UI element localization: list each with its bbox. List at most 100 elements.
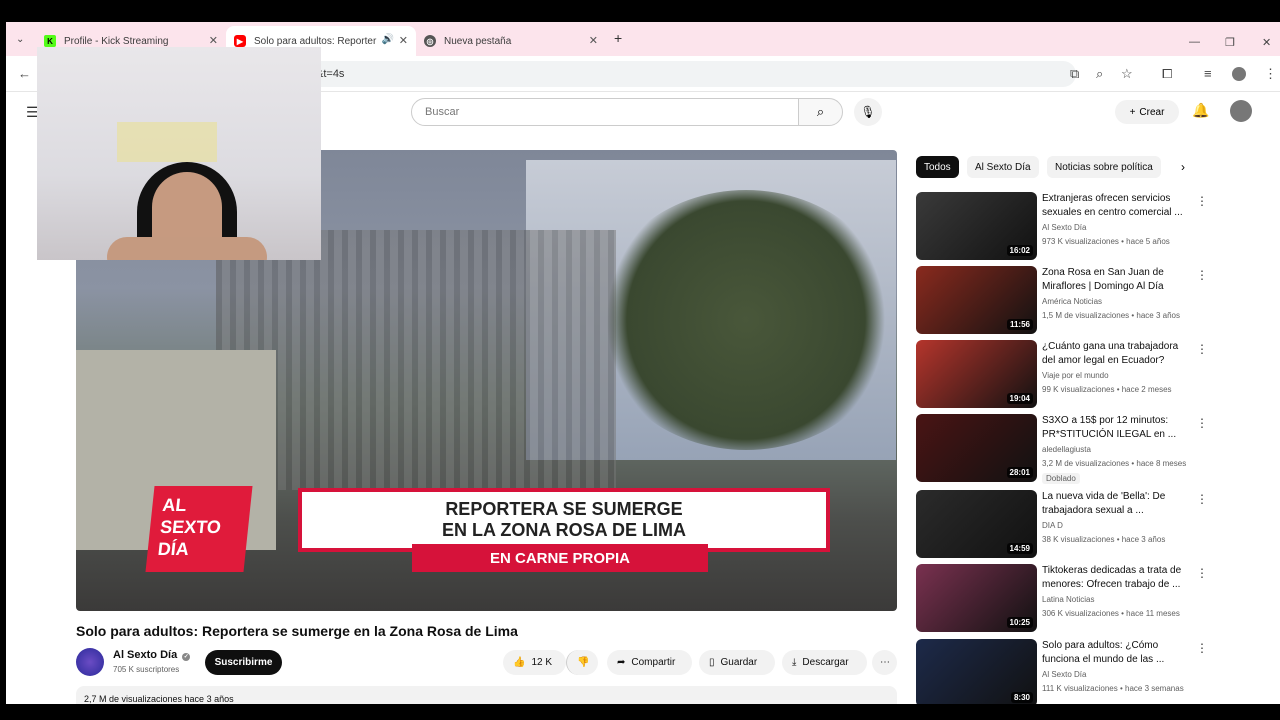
duration-badge: 16:02: [1006, 245, 1033, 256]
video-thumbnail[interactable]: 28:01: [916, 414, 1037, 482]
bookmark-icon: ▯: [709, 657, 715, 668]
close-icon[interactable]: ✕: [589, 34, 598, 47]
kick-icon: K: [44, 35, 56, 47]
extensions-icon[interactable]: ⧠: [1162, 66, 1172, 82]
video-scene-tree: [596, 190, 896, 450]
more-dots-icon: ⋯: [880, 657, 890, 668]
menu-dots-icon[interactable]: ⋮: [1264, 66, 1277, 82]
profile-icon[interactable]: [1232, 67, 1246, 81]
media-control-icon[interactable]: ≡: [1204, 66, 1212, 81]
dislike-button[interactable]: 👎: [566, 650, 598, 675]
more-options-icon[interactable]: ⋮: [1196, 641, 1208, 655]
like-count: 12 K: [531, 657, 553, 668]
more-options-icon[interactable]: ⋮: [1196, 268, 1208, 282]
chevron-right-icon[interactable]: ›: [1181, 160, 1185, 174]
thumbs-down-icon: 👎: [577, 657, 590, 668]
video-thumbnail[interactable]: 19:04: [916, 340, 1037, 408]
tab-search-chevron-icon[interactable]: ⌄: [16, 34, 24, 45]
duration-badge: 19:04: [1006, 393, 1033, 404]
restore-icon[interactable]: ❐: [1225, 36, 1235, 49]
more-options-icon[interactable]: ⋮: [1196, 194, 1208, 208]
recommendation-meta: 3,2 M de visualizaciones • hace 8 meses: [1042, 459, 1187, 468]
duration-badge: 8:30: [1010, 692, 1033, 703]
cast-icon[interactable]: ⧉: [1070, 66, 1079, 82]
recommendation-channel[interactable]: Viaje por el mundo: [1042, 371, 1109, 380]
recommendation-meta: 38 K visualizaciones • hace 3 años: [1042, 535, 1166, 544]
close-icon[interactable]: ✕: [399, 34, 408, 47]
tab-title: Nueva pestaña: [444, 35, 512, 47]
recommendation-meta: 1,5 M de visualizaciones • hace 3 años: [1042, 311, 1180, 320]
recommendation-channel[interactable]: DIA D: [1042, 521, 1063, 530]
share-label: Compartir: [631, 657, 676, 668]
recommendation-item[interactable]: 28:01 S3XO a 15$ por 12 minutos: PR*STITU…: [916, 414, 1208, 484]
chrome-icon: ◎: [424, 35, 436, 47]
tab-new[interactable]: ◎ Nueva pestaña ✕: [416, 26, 606, 56]
recommendation-item[interactable]: 16:02 Extranjeras ofrecen servicios sexua…: [916, 192, 1208, 260]
search-button[interactable]: ⌕: [798, 98, 843, 126]
recommendation-title[interactable]: Tiktokeras dedicadas a trata de menores:…: [1042, 564, 1190, 592]
video-thumbnail[interactable]: 11:56: [916, 266, 1037, 334]
more-options-icon[interactable]: ⋮: [1196, 492, 1208, 506]
webcam-person-body: [107, 237, 267, 260]
bookmark-star-icon[interactable]: ☆: [1121, 66, 1133, 82]
notifications-bell-icon[interactable]: 🔔: [1192, 102, 1209, 119]
recommendation-title[interactable]: La nueva vida de 'Bella': De trabajadora…: [1042, 490, 1190, 518]
views-line: 2,7 M de visualizaciones hace 3 años: [84, 694, 234, 704]
more-options-icon[interactable]: ⋮: [1196, 416, 1208, 430]
download-button[interactable]: ⤓ Descargar: [782, 650, 867, 675]
more-options-icon[interactable]: ⋮: [1196, 566, 1208, 580]
chip-noticias-politica[interactable]: Noticias sobre política: [1047, 156, 1161, 178]
description-box[interactable]: 2,7 M de visualizaciones hace 3 años: [76, 686, 897, 704]
avatar[interactable]: [1230, 100, 1252, 122]
recommendation-channel-text: DIA D: [1042, 521, 1063, 530]
recommendation-title[interactable]: Solo para adultos: ¿Cómo funciona el mun…: [1042, 639, 1190, 667]
recommendation-item[interactable]: 10:25 Tiktokeras dedicadas a trata de men…: [916, 564, 1208, 632]
voice-search-button[interactable]: 🎙: [854, 98, 882, 126]
zoom-icon[interactable]: ⌕: [1096, 66, 1103, 82]
microphone-icon: 🎙: [860, 105, 876, 119]
recommendation-title[interactable]: Zona Rosa en San Juan de Miraflores | Do…: [1042, 266, 1190, 294]
search-input[interactable]: Buscar: [411, 98, 799, 126]
recommendation-item[interactable]: 19:04 ¿Cuánto gana una trabajadora del am…: [916, 340, 1208, 408]
subscribe-button[interactable]: Suscribirme: [205, 650, 282, 675]
recommendation-channel[interactable]: Al Sexto Día: [1042, 670, 1086, 679]
download-label: Descargar: [802, 657, 849, 668]
share-button[interactable]: ➦ Compartir: [607, 650, 692, 675]
recommendation-title[interactable]: S3XO a 15$ por 12 minutos: PR*STITUCIÓN …: [1042, 414, 1190, 442]
recommendation-title[interactable]: ¿Cuánto gana una trabajadora del amor le…: [1042, 340, 1190, 368]
recommendation-channel-text: aledellagiusta: [1042, 445, 1091, 454]
video-thumbnail[interactable]: 10:25: [916, 564, 1037, 632]
create-button[interactable]: + Crear: [1115, 100, 1179, 124]
recommendation-channel[interactable]: Latina Noticias: [1042, 595, 1094, 604]
save-button[interactable]: ▯ Guardar: [699, 650, 775, 675]
recommendation-item[interactable]: 14:59 La nueva vida de 'Bella': De trabaj…: [916, 490, 1208, 558]
back-icon[interactable]: ←: [18, 66, 31, 81]
close-icon[interactable]: ✕: [209, 34, 218, 47]
video-scene-fence: [216, 230, 616, 490]
recommendation-item[interactable]: 8:30 Solo para adultos: ¿Cómo funciona el…: [916, 639, 1208, 704]
recommendation-channel-text: América Noticias: [1042, 297, 1103, 306]
like-button[interactable]: 👍 12 K: [503, 650, 566, 675]
recommendation-title[interactable]: Extranjeras ofrecen servicios sexuales e…: [1042, 192, 1190, 220]
channel-name[interactable]: Al Sexto Día ✓: [113, 649, 191, 661]
video-thumbnail[interactable]: 16:02: [916, 192, 1037, 260]
recommendation-item[interactable]: 11:56 Zona Rosa en San Juan de Miraflores…: [916, 266, 1208, 334]
recommendation-channel[interactable]: aledellagiusta: [1042, 445, 1091, 454]
channel-avatar[interactable]: [76, 648, 104, 676]
video-thumbnail[interactable]: 8:30: [916, 639, 1037, 704]
close-window-icon[interactable]: ✕: [1262, 36, 1271, 49]
chip-al-sexto-dia[interactable]: Al Sexto Día: [967, 156, 1039, 178]
chip-todos[interactable]: Todos: [916, 156, 959, 178]
video-thumbnail[interactable]: 14:59: [916, 490, 1037, 558]
more-options-icon[interactable]: ⋮: [1196, 342, 1208, 356]
headline-line: REPORTERA SE SUMERGE: [445, 499, 683, 519]
duration-badge: 14:59: [1006, 543, 1033, 554]
new-tab-button[interactable]: +: [614, 30, 622, 46]
recommendation-channel[interactable]: Al Sexto Día: [1042, 223, 1086, 232]
more-actions-button[interactable]: ⋯: [872, 650, 897, 675]
plus-icon: +: [1129, 106, 1136, 118]
speaker-icon[interactable]: 🔊: [382, 34, 394, 45]
minimize-icon[interactable]: —: [1189, 36, 1200, 48]
recommendation-channel[interactable]: América Noticias: [1042, 297, 1102, 306]
channel-name-text: Al Sexto Día: [113, 649, 178, 661]
